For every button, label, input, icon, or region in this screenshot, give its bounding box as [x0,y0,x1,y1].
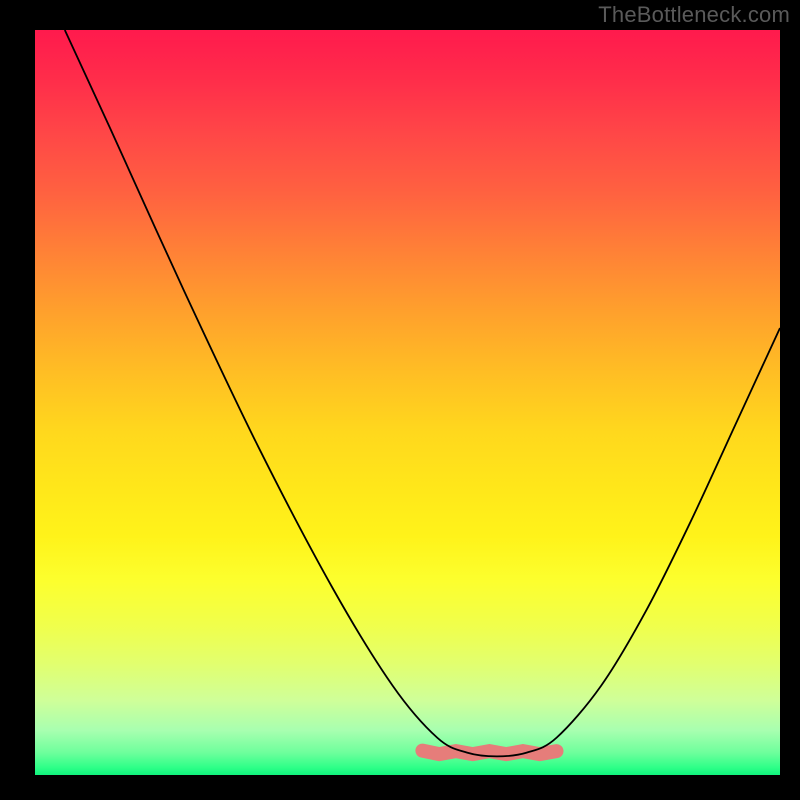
curve-svg [35,30,780,775]
watermark-text: TheBottleneck.com [598,2,790,28]
bottleneck-curve-line [65,30,780,756]
plot-area [35,30,780,775]
optimal-range-highlight [422,751,556,755]
chart-container: TheBottleneck.com [0,0,800,800]
